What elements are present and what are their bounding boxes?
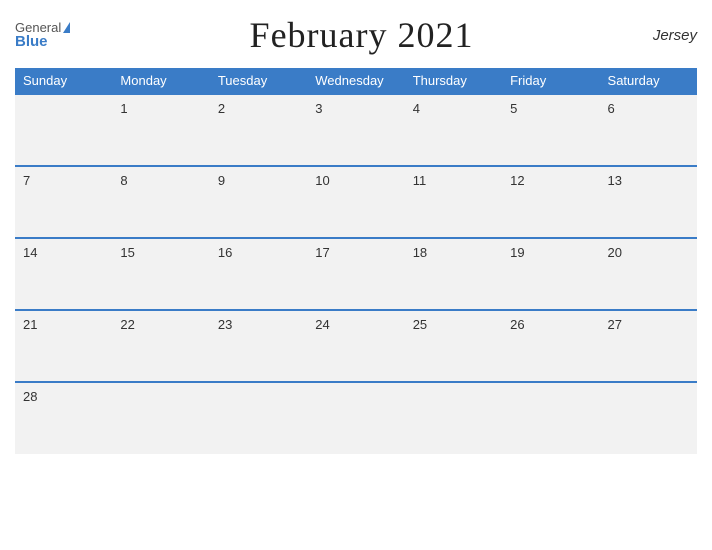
day-number: 23: [218, 317, 232, 332]
day-number: 13: [608, 173, 622, 188]
day-number: 18: [413, 245, 427, 260]
calendar-cell: 16: [210, 238, 307, 310]
calendar-cell: 5: [502, 94, 599, 166]
day-number: 9: [218, 173, 225, 188]
calendar-cell: 15: [112, 238, 209, 310]
header-wednesday: Wednesday: [307, 68, 404, 94]
day-number: 25: [413, 317, 427, 332]
day-number: 5: [510, 101, 517, 116]
day-number: 8: [120, 173, 127, 188]
day-number: 28: [23, 389, 37, 404]
calendar-week-row: 21 22 23 24 25 26 27: [15, 310, 697, 382]
calendar-wrapper: General Blue February 2021 Jersey Sunday…: [0, 0, 712, 550]
day-number: 16: [218, 245, 232, 260]
location-label: Jersey: [653, 27, 697, 44]
calendar-cell: [307, 382, 404, 454]
header-sunday: Sunday: [15, 68, 112, 94]
day-number: 22: [120, 317, 134, 332]
day-number: 24: [315, 317, 329, 332]
calendar-cell: 19: [502, 238, 599, 310]
calendar-header: General Blue February 2021 Jersey: [15, 10, 697, 60]
calendar-cell: 12: [502, 166, 599, 238]
calendar-cell: 26: [502, 310, 599, 382]
calendar-cell: 9: [210, 166, 307, 238]
day-number: 12: [510, 173, 524, 188]
calendar-week-row: 7 8 9 10 11 12 13: [15, 166, 697, 238]
calendar-cell: 28: [15, 382, 112, 454]
calendar-cell: 10: [307, 166, 404, 238]
day-number: 19: [510, 245, 524, 260]
calendar-cell: 7: [15, 166, 112, 238]
calendar-week-row: 1 2 3 4 5 6: [15, 94, 697, 166]
calendar-cell: 27: [600, 310, 697, 382]
day-number: 15: [120, 245, 134, 260]
header-saturday: Saturday: [600, 68, 697, 94]
logo-blue-text: Blue: [15, 34, 70, 49]
day-number: 4: [413, 101, 420, 116]
day-number: 3: [315, 101, 322, 116]
calendar-cell: 25: [405, 310, 502, 382]
day-number: 7: [23, 173, 30, 188]
calendar-table: Sunday Monday Tuesday Wednesday Thursday…: [15, 68, 697, 454]
day-number: 27: [608, 317, 622, 332]
calendar-cell: [112, 382, 209, 454]
calendar-cell: [502, 382, 599, 454]
calendar-cell: 24: [307, 310, 404, 382]
day-number: 10: [315, 173, 329, 188]
calendar-cell: 4: [405, 94, 502, 166]
calendar-cell: 2: [210, 94, 307, 166]
calendar-cell: 1: [112, 94, 209, 166]
calendar-cell: [405, 382, 502, 454]
calendar-cell: 23: [210, 310, 307, 382]
day-number: 26: [510, 317, 524, 332]
calendar-cell: 21: [15, 310, 112, 382]
calendar-cell: 20: [600, 238, 697, 310]
calendar-cell: 8: [112, 166, 209, 238]
calendar-cell: 18: [405, 238, 502, 310]
days-header-row: Sunday Monday Tuesday Wednesday Thursday…: [15, 68, 697, 94]
logo: General Blue: [15, 21, 70, 49]
calendar-cell: 22: [112, 310, 209, 382]
day-number: 2: [218, 101, 225, 116]
calendar-cell: [210, 382, 307, 454]
header-tuesday: Tuesday: [210, 68, 307, 94]
calendar-cell: 11: [405, 166, 502, 238]
calendar-cell: 6: [600, 94, 697, 166]
calendar-cell: 17: [307, 238, 404, 310]
header-thursday: Thursday: [405, 68, 502, 94]
day-number: 14: [23, 245, 37, 260]
calendar-cell: [600, 382, 697, 454]
day-number: 20: [608, 245, 622, 260]
calendar-week-row: 28: [15, 382, 697, 454]
day-number: 6: [608, 101, 615, 116]
day-number: 17: [315, 245, 329, 260]
day-number: 11: [413, 173, 427, 188]
month-title: February 2021: [250, 14, 474, 56]
header-friday: Friday: [502, 68, 599, 94]
header-monday: Monday: [112, 68, 209, 94]
calendar-cell: 14: [15, 238, 112, 310]
day-number: 21: [23, 317, 37, 332]
calendar-cell: [15, 94, 112, 166]
calendar-week-row: 14 15 16 17 18 19 20: [15, 238, 697, 310]
calendar-cell: 3: [307, 94, 404, 166]
calendar-cell: 13: [600, 166, 697, 238]
day-number: 1: [120, 101, 127, 116]
logo-triangle-icon: [63, 22, 70, 33]
